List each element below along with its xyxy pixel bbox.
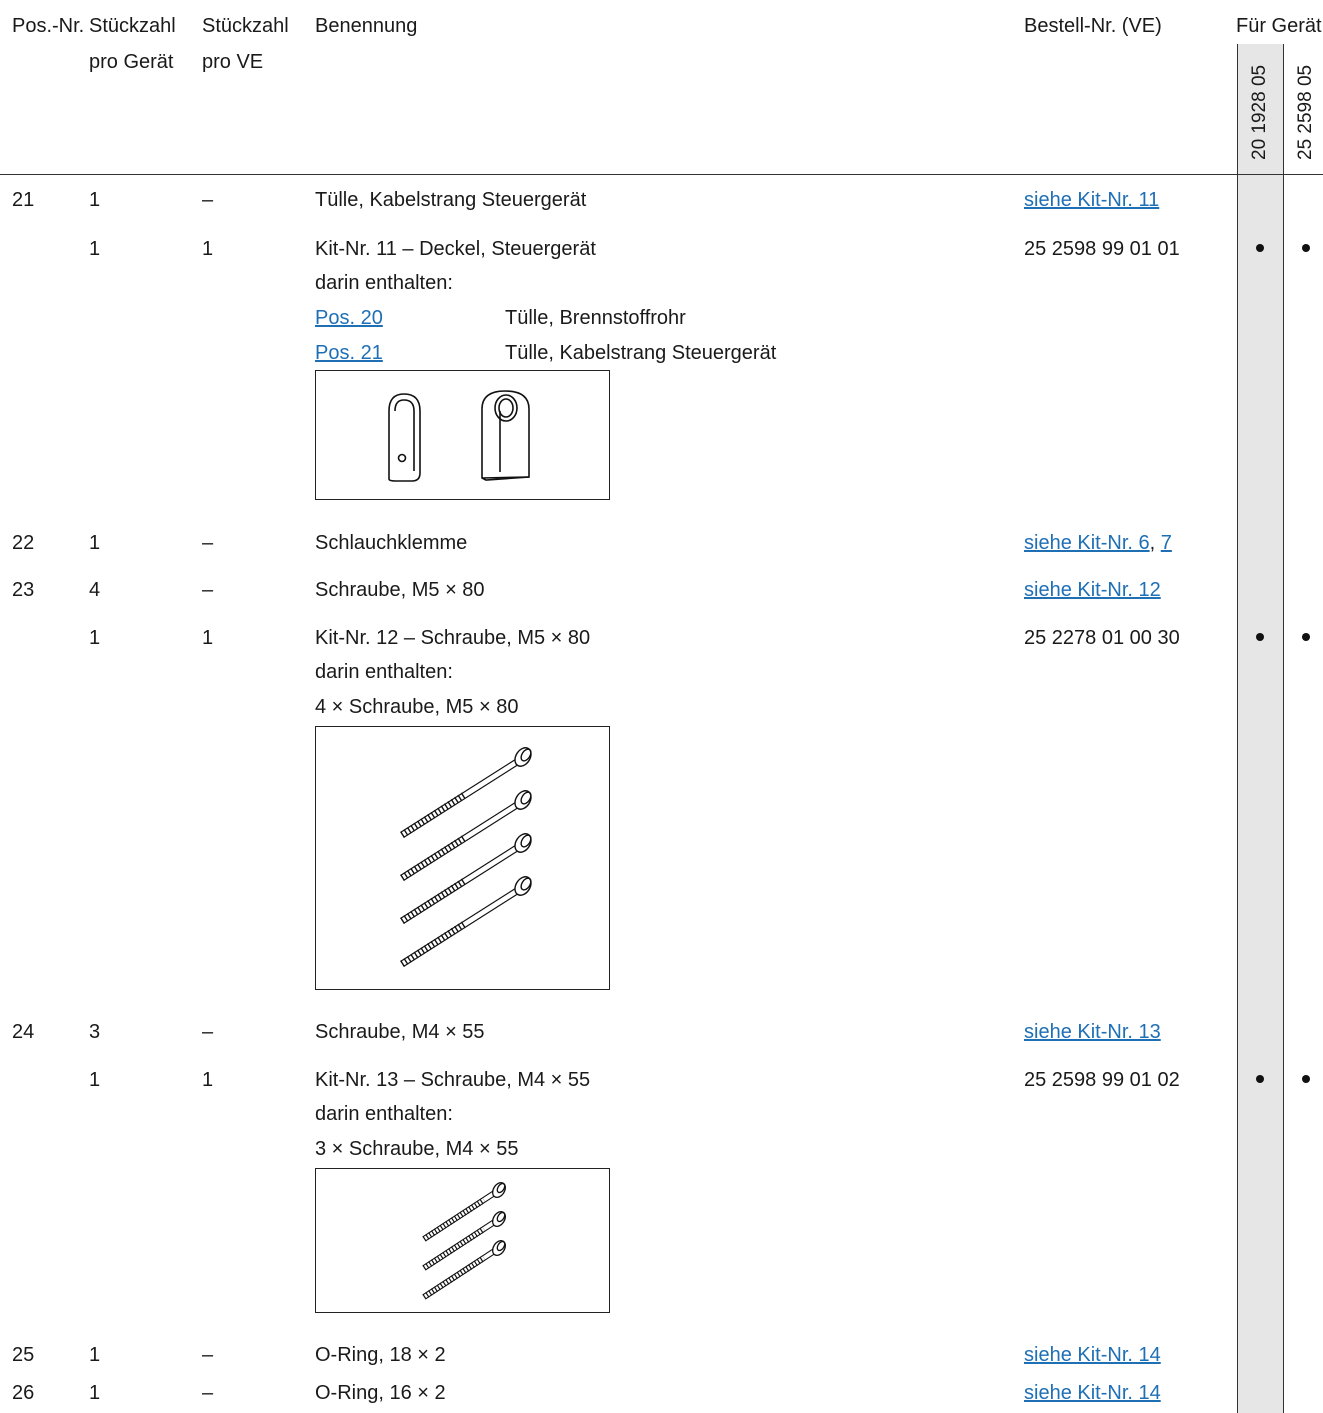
column-divider [1283, 44, 1284, 1413]
row-pos: 22 [12, 532, 35, 554]
order-number: 25 2278 01 00 30 [1024, 627, 1180, 649]
link-separator: , [1149, 532, 1156, 554]
kit-link-group: siehe Kit-Nr. 6, 7 [1024, 531, 1172, 555]
availability-dot [1256, 244, 1264, 252]
availability-dot [1302, 1075, 1310, 1083]
header-name: Benennung [315, 15, 418, 37]
contains-label: darin enthalten: [315, 272, 453, 294]
row-qty: 1 [89, 189, 101, 211]
row-pos: 24 [12, 1021, 35, 1043]
row-name: Schraube, M4 × 55 [315, 1021, 485, 1043]
availability-dot [1256, 1075, 1264, 1083]
row-name: O-Ring, 18 × 2 [315, 1344, 446, 1366]
header-rule [0, 174, 1323, 175]
row-ve: – [202, 1021, 214, 1043]
device-label-2: 25 2598 05 [1295, 64, 1316, 160]
header-qty-ve: Stückzahl [202, 15, 289, 37]
grommet-illustration [315, 370, 610, 500]
contains-label: darin enthalten: [315, 1103, 453, 1125]
screw-m4-illustration [315, 1168, 610, 1313]
row-pos: 25 [12, 1344, 35, 1366]
availability-dot [1302, 244, 1310, 252]
kit-link[interactable]: 7 [1161, 532, 1172, 554]
row-name: O-Ring, 16 × 2 [315, 1382, 446, 1404]
order-number: 25 2598 99 01 02 [1024, 1069, 1180, 1091]
column-divider [1237, 44, 1238, 1413]
row-ve: 1 [202, 1069, 214, 1091]
header-qty-device: Stückzahl [89, 15, 176, 37]
row-ve: – [202, 579, 214, 601]
row-qty: 1 [89, 1344, 101, 1366]
row-ve: 1 [202, 238, 214, 260]
header-for-device: Für Gerät [1236, 15, 1322, 37]
kit-link[interactable]: siehe Kit-Nr. 12 [1024, 578, 1161, 602]
screw-m5-illustration [315, 726, 610, 990]
row-qty: 1 [89, 1382, 101, 1404]
row-ve: – [202, 189, 214, 211]
pos-link[interactable]: Pos. 21 [315, 341, 383, 365]
row-name: Kit-Nr. 13 – Schraube, M4 × 55 [315, 1069, 591, 1091]
row-name: Tülle, Kabelstrang Steuergerät [315, 189, 587, 211]
row-ve: – [202, 1382, 214, 1404]
pos-link[interactable]: Pos. 20 [315, 306, 383, 330]
row-ve: – [202, 1344, 214, 1366]
availability-dot [1302, 633, 1310, 641]
row-name: Kit-Nr. 12 – Schraube, M5 × 80 [315, 627, 591, 649]
row-qty: 1 [89, 238, 101, 260]
contained-item: 4 × Schraube, M5 × 80 [315, 696, 519, 718]
header-qty-ve-sub: pro VE [202, 51, 264, 73]
row-qty: 1 [89, 627, 101, 649]
row-name: Kit-Nr. 11 – Deckel, Steuergerät [315, 238, 596, 260]
row-ve: – [202, 532, 214, 554]
row-qty: 4 [89, 579, 101, 601]
row-pos: 23 [12, 579, 35, 601]
row-name: Schlauchklemme [315, 532, 468, 554]
device-label-1: 20 1928 05 [1249, 64, 1270, 160]
contains-label: darin enthalten: [315, 661, 453, 683]
row-pos: 21 [12, 189, 35, 211]
row-qty: 3 [89, 1021, 101, 1043]
header-pos: Pos.-Nr. [12, 15, 85, 37]
header-qty-device-sub: pro Gerät [89, 51, 174, 73]
row-qty: 1 [89, 1069, 101, 1091]
kit-link[interactable]: siehe Kit-Nr. 6 [1024, 532, 1150, 554]
availability-dot [1256, 633, 1264, 641]
kit-link[interactable]: siehe Kit-Nr. 11 [1024, 188, 1159, 212]
contained-item: Tülle, Kabelstrang Steuergerät [505, 342, 777, 364]
kit-link[interactable]: siehe Kit-Nr. 14 [1024, 1381, 1161, 1405]
row-qty: 1 [89, 532, 101, 554]
contained-item: Tülle, Brennstoffrohr [505, 307, 686, 329]
header-order: Bestell-Nr. (VE) [1024, 15, 1162, 37]
kit-link[interactable]: siehe Kit-Nr. 14 [1024, 1343, 1161, 1367]
row-pos: 26 [12, 1382, 35, 1404]
row-name: Schraube, M5 × 80 [315, 579, 485, 601]
contained-item: 3 × Schraube, M4 × 55 [315, 1138, 519, 1160]
order-number: 25 2598 99 01 01 [1024, 238, 1180, 260]
kit-link[interactable]: siehe Kit-Nr. 13 [1024, 1020, 1161, 1044]
row-ve: 1 [202, 627, 214, 649]
